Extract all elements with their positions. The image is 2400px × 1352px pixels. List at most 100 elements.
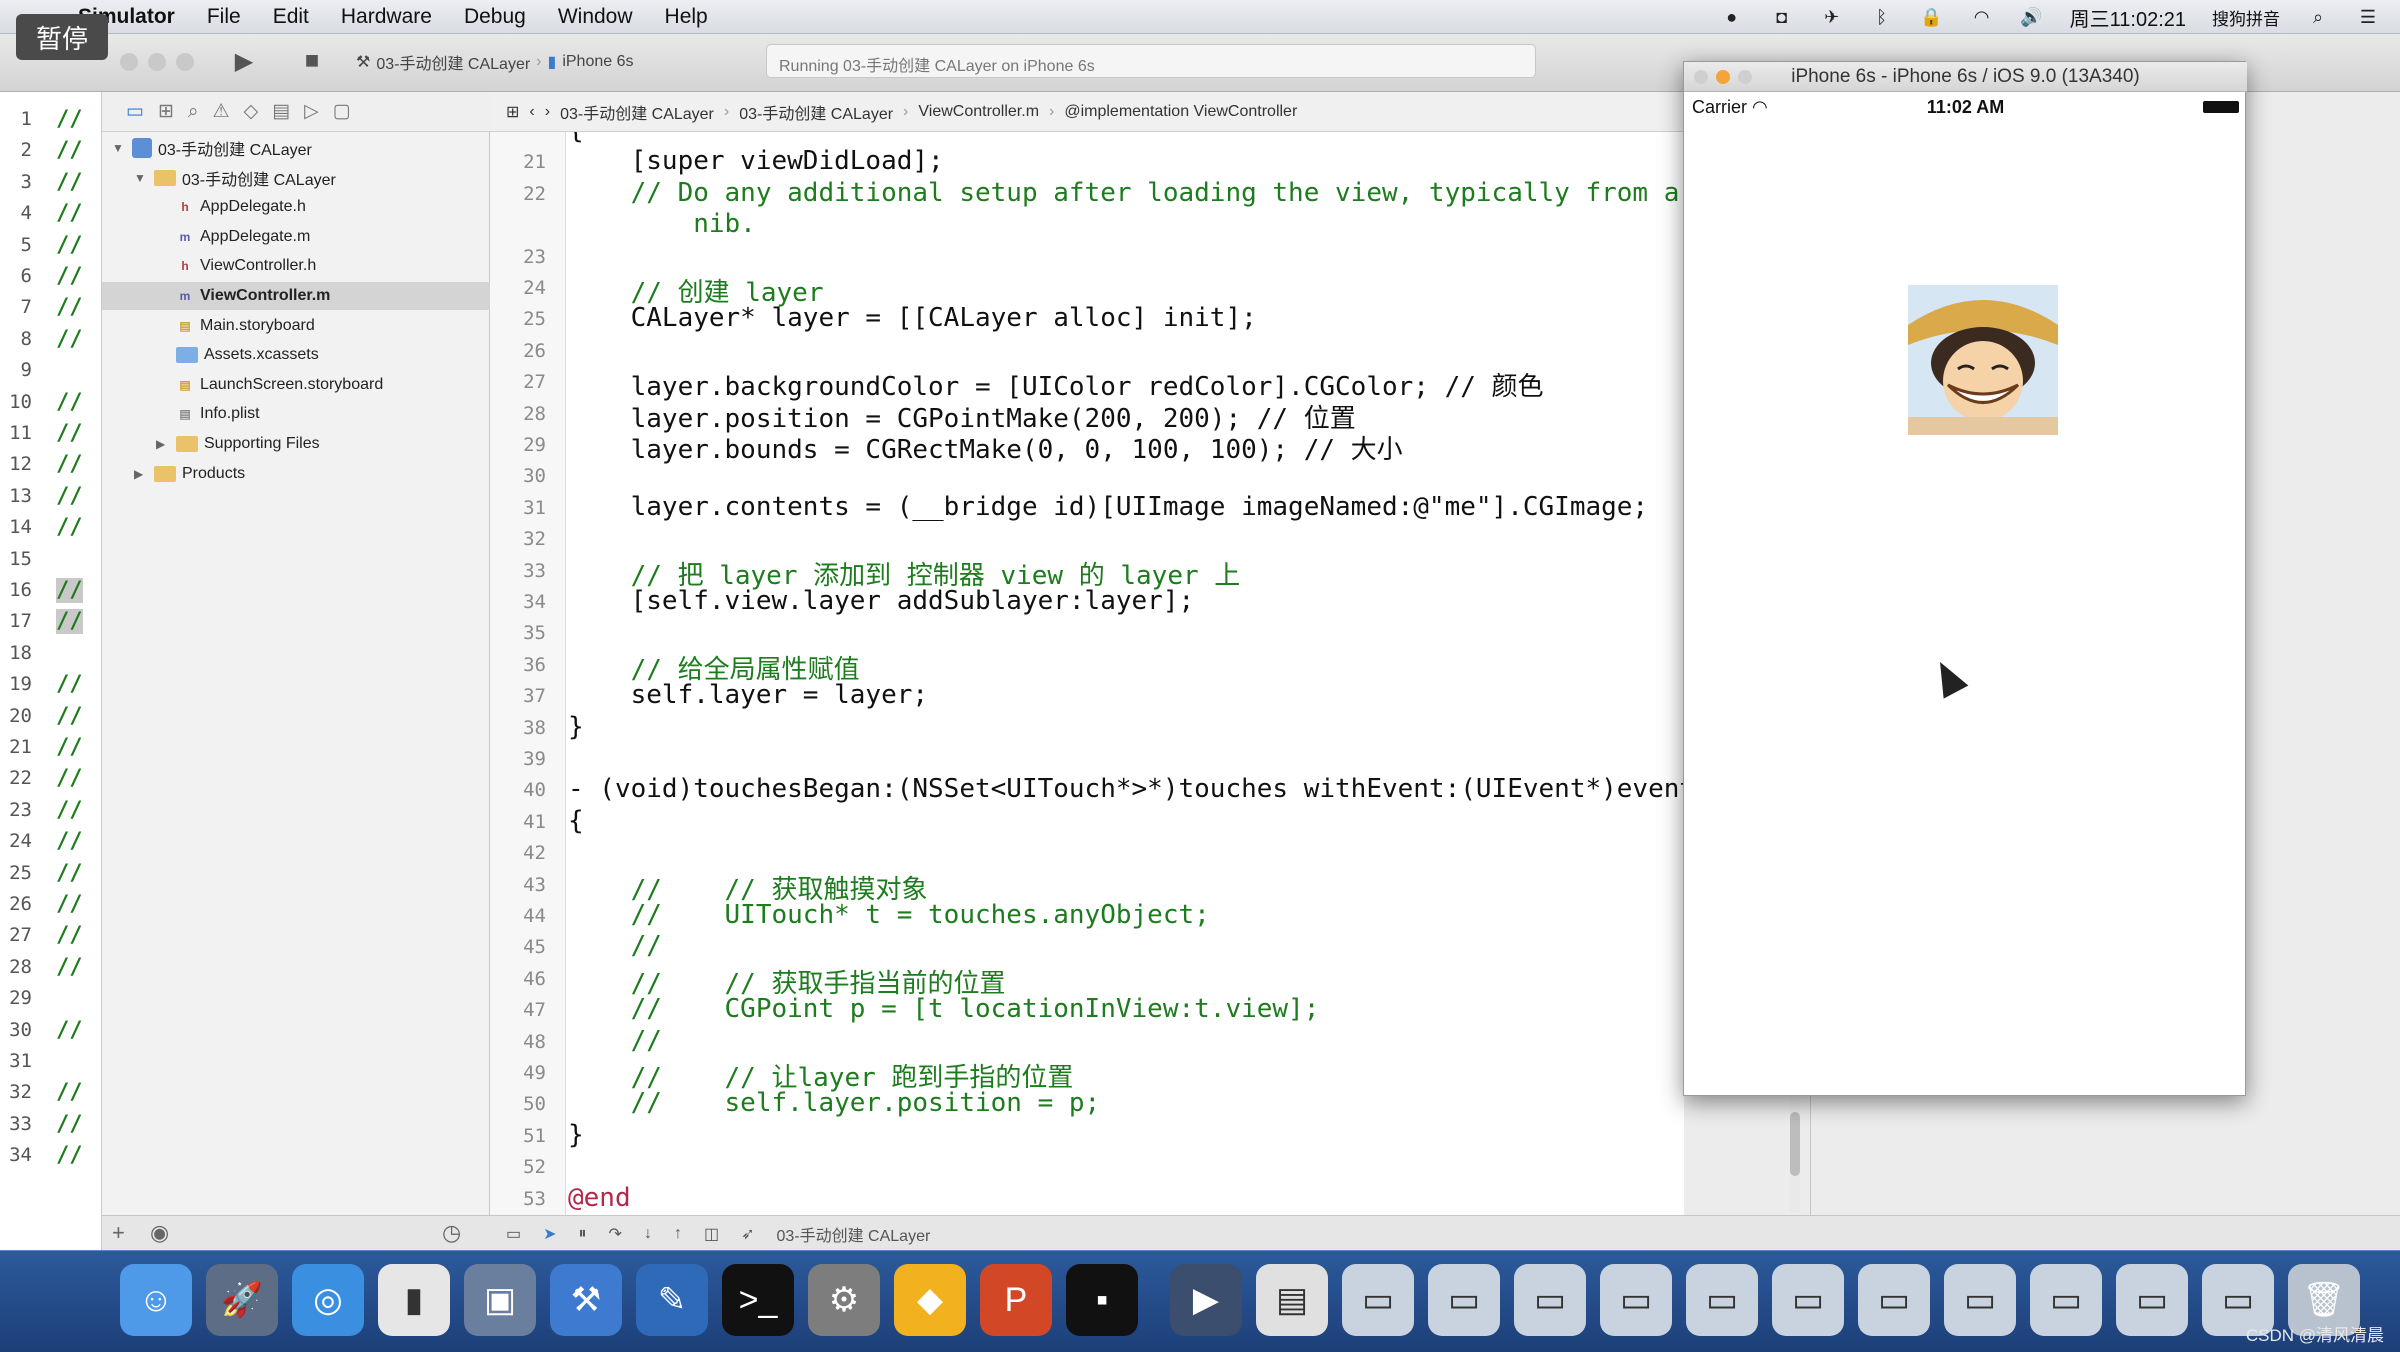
code-line[interactable]: 32 <box>490 522 1684 553</box>
window-thumb-1-icon[interactable]: ▭ <box>1342 1264 1414 1336</box>
code-line[interactable]: 31 layer.contents = (__bridge id)[UIImag… <box>490 491 1684 522</box>
project-navigator-icon[interactable]: ▭ <box>126 100 144 123</box>
menu-window[interactable]: Window <box>558 5 633 29</box>
recent-files-icon[interactable]: ◷ <box>442 1220 461 1246</box>
find-navigator-icon[interactable]: ⌕ <box>188 101 199 123</box>
code-line[interactable]: 49 // // 让layer 跑到手指的位置 <box>490 1056 1684 1093</box>
simulator-title-bar[interactable]: iPhone 6s - iPhone 6s / iOS 9.0 (13A340) <box>1684 62 2247 92</box>
navigator-item[interactable]: ▼ 03-手动创建 CALayer <box>112 134 312 162</box>
navigator-item[interactable]: m AppDelegate.m <box>156 223 311 251</box>
sketch-icon[interactable]: ◆ <box>894 1264 966 1336</box>
menu-debug[interactable]: Debug <box>464 5 526 29</box>
finder-icon[interactable]: ☺ <box>120 1264 192 1336</box>
photo-slideshow-icon[interactable]: ▣ <box>464 1264 536 1336</box>
code-line[interactable]: 50 // self.layer.position = p; <box>490 1087 1684 1118</box>
debug-navigator-icon[interactable]: ▤ <box>272 100 290 123</box>
sim-close-button[interactable] <box>1694 70 1708 84</box>
run-icon[interactable]: ▶ <box>226 46 262 76</box>
code-line[interactable]: 48 // <box>490 1025 1684 1056</box>
wifi-icon[interactable]: ◠ <box>1970 6 1994 28</box>
code-line[interactable]: 38} <box>490 711 1684 742</box>
code-line[interactable]: 22 // Do any additional setup after load… <box>490 177 1684 208</box>
disclosure-open-icon[interactable]: ▼ <box>112 141 126 155</box>
symbol-navigator-icon[interactable]: ⊞ <box>158 100 174 123</box>
navigator-item[interactable]: ▤ Main.storyboard <box>156 312 314 340</box>
jump-crumb-symbol[interactable]: @implementation ViewController <box>1064 103 1297 121</box>
test-navigator-icon[interactable]: ◇ <box>244 100 259 123</box>
sim-zoom-button[interactable] <box>1738 70 1752 84</box>
navigator-item[interactable]: m ViewController.m <box>102 282 490 310</box>
code-line[interactable]: 27 layer.backgroundColor = [UIColor redC… <box>490 365 1684 402</box>
scrollbar-thumb[interactable] <box>1790 1112 1800 1176</box>
window-thumb-5-icon[interactable]: ▭ <box>1686 1264 1758 1336</box>
report-navigator-icon[interactable]: ▢ <box>333 100 351 123</box>
location-icon[interactable]: ➶ <box>741 1224 754 1244</box>
pause-badge[interactable]: 暂停 <box>16 14 108 60</box>
jump-crumb-project[interactable]: 03-手动创建 CALayer <box>560 100 714 124</box>
breakpoints-toggle-icon[interactable]: ➤ <box>543 1224 556 1244</box>
code-line[interactable]: 21 [super viewDidLoad]; <box>490 145 1684 176</box>
code-line[interactable]: 36 // 给全局属性赋值 <box>490 648 1684 685</box>
code-line[interactable]: 37 self.layer = layer; <box>490 679 1684 710</box>
window-thumb-8-icon[interactable]: ▭ <box>1944 1264 2016 1336</box>
filter-icon[interactable]: ◉ <box>150 1220 169 1246</box>
lock-icon[interactable]: 🔒 <box>1920 6 1944 28</box>
window-thumb-2-icon[interactable]: ▭ <box>1428 1264 1500 1336</box>
navigator-item[interactable]: ▶ Supporting Files <box>156 430 320 458</box>
code-line[interactable]: nib. <box>490 208 1684 239</box>
code-line[interactable]: 45 // <box>490 930 1684 961</box>
back-icon[interactable]: ‹ <box>529 103 534 121</box>
disclosure-closed-icon[interactable]: ▶ <box>134 467 148 481</box>
screen-record-icon[interactable]: ◘ <box>1770 6 1794 28</box>
code-line[interactable]: 34 [self.view.layer addSublayer:layer]; <box>490 585 1684 616</box>
code-line[interactable]: 51} <box>490 1119 1684 1150</box>
preview-icon[interactable]: ▤ <box>1256 1264 1328 1336</box>
green-status-icon[interactable]: ● <box>1720 6 1744 28</box>
code-line[interactable]: 53 @end <box>490 1182 1684 1213</box>
bluetooth-icon[interactable]: ᛒ <box>1870 6 1894 28</box>
window-minimize-button[interactable] <box>148 53 166 71</box>
pause-debug-icon[interactable]: ⏸ <box>579 1225 587 1243</box>
window-zoom-button[interactable] <box>176 53 194 71</box>
code-line[interactable]: 29 layer.bounds = CGRectMake(0, 0, 100, … <box>490 428 1684 465</box>
navigator-item[interactable]: ▤ Info.plist <box>156 400 259 428</box>
source-editor[interactable]: {21 [super viewDidLoad];22 // Do any add… <box>490 132 1684 1215</box>
spotlight-icon[interactable]: ⌕ <box>2306 6 2330 28</box>
scheme-selector[interactable]: ⚒ 03-手动创建 CALayer › ▮ iPhone 6s <box>356 48 633 76</box>
quicktime-icon[interactable]: ▶ <box>1170 1264 1242 1336</box>
volume-icon[interactable]: 🔊 <box>2020 6 2044 28</box>
breakpoint-navigator-icon[interactable]: ▷ <box>304 100 319 123</box>
powerpoint-icon[interactable]: P <box>980 1264 1052 1336</box>
code-line[interactable]: 46 // // 获取手指当前的位置 <box>490 962 1684 999</box>
step-over-icon[interactable]: ↷ <box>609 1224 622 1244</box>
xcode-icon[interactable]: ⚒ <box>550 1264 622 1336</box>
system-preferences-icon[interactable]: ⚙ <box>808 1264 880 1336</box>
related-items-icon[interactable]: ⊞ <box>506 102 519 122</box>
sim-minimize-button[interactable] <box>1716 70 1730 84</box>
code-line[interactable]: 25 CALayer* layer = [[CALayer alloc] ini… <box>490 302 1684 333</box>
mouse-icon[interactable]: ▮ <box>378 1264 450 1336</box>
code-line[interactable]: 24 // 创建 layer <box>490 271 1684 308</box>
code-line[interactable]: 43 // // 获取触摸对象 <box>490 868 1684 905</box>
disclosure-open-icon[interactable]: ▼ <box>134 171 148 185</box>
window-thumb-10-icon[interactable]: ▭ <box>2116 1264 2188 1336</box>
code-line[interactable]: 47 // CGPoint p = [t locationInView:t.vi… <box>490 993 1684 1024</box>
code-line[interactable]: 35 <box>490 616 1684 647</box>
hide-debug-area-icon[interactable]: ▭ <box>506 1224 521 1244</box>
navigator-item[interactable]: ▶ Products <box>134 460 245 488</box>
launchpad-icon[interactable]: 🚀 <box>206 1264 278 1336</box>
window-thumb-4-icon[interactable]: ▭ <box>1600 1264 1672 1336</box>
window-thumb-9-icon[interactable]: ▭ <box>2030 1264 2102 1336</box>
terminal-icon[interactable]: >_ <box>722 1264 794 1336</box>
menu-file[interactable]: File <box>207 5 241 29</box>
code-line[interactable]: 33 // 把 layer 添加到 控制器 view 的 layer 上 <box>490 554 1684 591</box>
code-line[interactable]: 39 <box>490 742 1684 773</box>
issue-navigator-icon[interactable]: ⚠ <box>213 100 230 123</box>
window-thumb-3-icon[interactable]: ▭ <box>1514 1264 1586 1336</box>
navigator-item[interactable]: ▼ 03-手动创建 CALayer <box>134 164 336 192</box>
code-line[interactable]: 40 - (void)touchesBegan:(NSSet<UITouch*>*… <box>490 773 1684 804</box>
step-in-icon[interactable]: ↓ <box>644 1225 652 1243</box>
menu-hardware[interactable]: Hardware <box>341 5 432 29</box>
forward-icon[interactable]: › <box>545 103 550 121</box>
disclosure-closed-icon[interactable]: ▶ <box>156 437 170 451</box>
